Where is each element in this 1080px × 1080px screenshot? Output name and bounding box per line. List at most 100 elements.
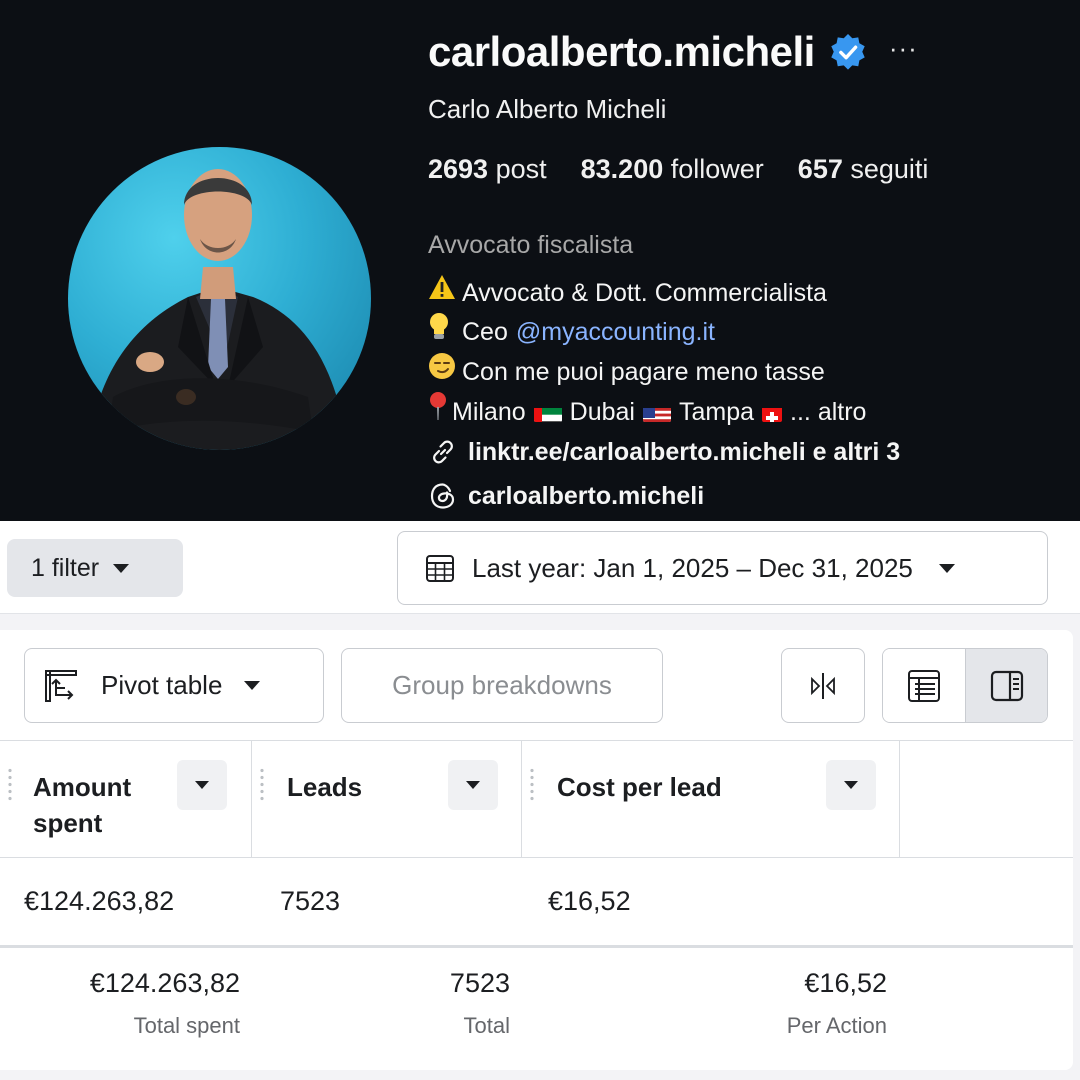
column-label: Leads	[287, 772, 363, 802]
chevron-down-icon	[844, 781, 858, 789]
profile-stats: 2693 post 83.200 follower 657 seguiti	[428, 154, 962, 185]
link-icon	[433, 440, 453, 464]
filter-bar: 1 filter Last year: Jan 1, 2025 – Dec 31…	[0, 521, 1080, 614]
following-count-label: seguiti	[850, 154, 929, 184]
following-count[interactable]: 657 seguiti	[798, 154, 929, 185]
chevron-down-icon	[113, 563, 130, 573]
total-leads: 7523 Total	[260, 968, 510, 1039]
column-header-leads[interactable]: Leads	[252, 741, 522, 858]
bio-more-text: ... altro	[790, 397, 867, 426]
posts-count-label: post	[495, 154, 547, 184]
side-panel-view-button[interactable]	[965, 649, 1047, 722]
cell-cost-per-lead: €16,52	[548, 886, 631, 916]
chevron-down-icon	[466, 781, 480, 789]
warning-icon	[428, 274, 462, 311]
instagram-profile-header: carloalberto.micheli ··· Carlo Alberto M…	[0, 0, 1080, 521]
column-header-cost-per-lead[interactable]: Cost per lead	[522, 741, 900, 858]
location-pin-icon	[428, 391, 452, 432]
column-label: Amount spent	[33, 772, 132, 838]
posts-count: 2693 post	[428, 154, 547, 185]
chevron-down-icon	[244, 681, 261, 690]
profile-handle[interactable]: carloalberto.micheli	[428, 28, 815, 76]
table-row[interactable]: €124.263,82 7523 €16,52	[0, 858, 1073, 948]
profile-links: linktr.ee/carloalberto.micheli e altri 3…	[428, 434, 900, 522]
report-panel: Pivot table Group breakdowns Amount spen…	[0, 630, 1073, 1070]
filter-button[interactable]: 1 filter	[7, 539, 183, 597]
cell-leads: 7523	[280, 886, 341, 916]
bio-text-1: Avvocato & Dott. Commercialista	[462, 278, 827, 307]
pivot-table-label: Pivot table	[101, 670, 223, 700]
profile-bio: Avvocato & Dott. Commercialista Ceo @mya…	[428, 274, 866, 432]
column-menu-button[interactable]	[448, 760, 498, 810]
threads-link[interactable]: carloalberto.micheli	[428, 478, 900, 514]
filter-button-label: 1 filter	[31, 553, 100, 582]
cell-amount-spent: €124.263,82	[24, 886, 175, 916]
drag-handle-icon[interactable]	[530, 767, 534, 803]
bio-line: Ceo @myaccounting.it	[428, 311, 866, 352]
date-range-picker[interactable]: Last year: Jan 1, 2025 – Dec 31, 2025	[397, 531, 1048, 605]
mention-link[interactable]: @myaccounting.it	[516, 314, 715, 350]
group-breakdowns-label: Group breakdowns	[392, 670, 612, 700]
external-link[interactable]: linktr.ee/carloalberto.micheli e altri 3	[428, 434, 900, 470]
total-value: €124.263,82	[89, 968, 240, 998]
bio-text-2: Ceo	[462, 317, 508, 346]
group-breakdowns-button[interactable]: Group breakdowns	[341, 648, 663, 723]
posts-count-value: 2693	[428, 154, 489, 184]
total-value: €16,52	[804, 968, 887, 998]
side-panel-icon	[990, 670, 1023, 701]
column-label: Cost per lead	[557, 772, 722, 802]
view-toggle	[882, 648, 1048, 723]
date-range-label: Last year: Jan 1, 2025 – Dec 31, 2025	[472, 552, 913, 583]
chevron-down-icon	[938, 563, 955, 573]
threads-icon	[430, 483, 455, 509]
results-table: Amount spent Leads Cost per lead €124.26…	[0, 740, 1073, 1068]
total-label: Per Action	[786, 1013, 887, 1038]
table-totals-row: €124.263,82 Total spent 7523 Total €16,5…	[0, 948, 1073, 1068]
table-view-button[interactable]	[883, 649, 965, 722]
drag-handle-icon[interactable]	[8, 767, 12, 803]
bio-city-3: Tampa	[678, 397, 755, 426]
lightbulb-icon	[428, 311, 462, 352]
total-label: Total spent	[133, 1013, 240, 1038]
threads-handle: carloalberto.micheli	[468, 481, 705, 510]
drag-handle-icon[interactable]	[260, 767, 264, 803]
usa-flag-icon	[642, 402, 671, 422]
chevron-down-icon	[195, 781, 209, 789]
split-compare-icon	[811, 672, 835, 699]
followers-count-value: 83.200	[580, 154, 664, 184]
smirk-emoji-icon	[428, 352, 462, 391]
bio-line: Con me puoi pagare meno tasse	[428, 352, 866, 391]
calendar-icon	[426, 555, 454, 582]
bio-more-link[interactable]: ... altro	[790, 394, 866, 430]
verified-badge-icon	[831, 33, 865, 70]
total-value: 7523	[449, 968, 510, 998]
column-menu-button[interactable]	[177, 760, 227, 810]
column-menu-button[interactable]	[826, 760, 876, 810]
column-header-amount-spent[interactable]: Amount spent	[0, 741, 252, 858]
total-label: Total	[463, 1013, 510, 1038]
pivot-table-button[interactable]: Pivot table	[24, 648, 324, 723]
more-options-icon[interactable]: ···	[889, 33, 918, 64]
swiss-flag-icon	[762, 402, 783, 422]
uae-flag-icon	[533, 402, 562, 422]
bio-line: Avvocato & Dott. Commercialista	[428, 274, 866, 311]
table-header: Amount spent Leads Cost per lead	[0, 740, 1073, 858]
total-cost-per-lead: €16,52 Per Action	[530, 968, 887, 1039]
bio-city-2: Dubai	[569, 397, 635, 426]
compare-split-button[interactable]	[781, 648, 865, 723]
handle-row: carloalberto.micheli ···	[428, 28, 918, 76]
bio-city-1: Milano	[452, 397, 526, 426]
following-count-value: 657	[797, 154, 843, 184]
pivot-table-icon	[45, 669, 77, 702]
followers-count[interactable]: 83.200 follower	[581, 154, 764, 185]
profile-category: Avvocato fiscalista	[428, 231, 634, 259]
bio-line: Milano Dubai Tampa ... altro	[428, 391, 866, 432]
external-link-text: linktr.ee/carloalberto.micheli e altri 3	[468, 437, 901, 466]
bio-text-3: Con me puoi pagare meno tasse	[462, 357, 825, 386]
profile-full-name: Carlo Alberto Micheli	[428, 94, 667, 124]
followers-count-label: follower	[670, 154, 764, 184]
table-view-icon	[908, 669, 940, 702]
total-amount-spent: €124.263,82 Total spent	[0, 968, 240, 1039]
avatar-portrait	[88, 169, 348, 450]
profile-avatar[interactable]	[68, 147, 371, 450]
